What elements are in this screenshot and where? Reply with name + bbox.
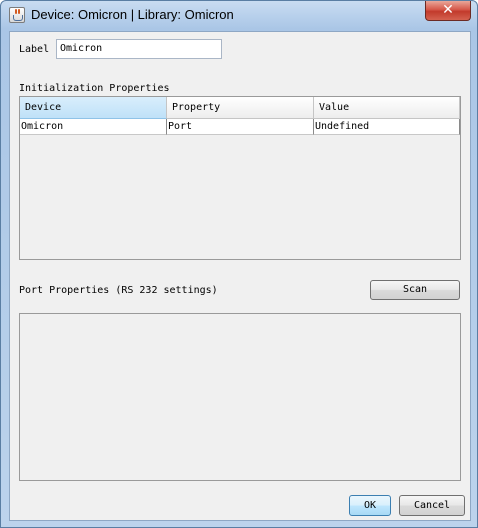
init-properties-heading: Initialization Properties — [19, 83, 170, 94]
cell-value[interactable]: Undefined — [314, 119, 460, 135]
port-properties-heading: Port Properties (RS 232 settings) — [19, 285, 218, 296]
init-properties-table[interactable]: Device Property Value Omicron Port Undef… — [19, 96, 461, 260]
cell-property[interactable]: Port — [167, 119, 314, 135]
column-header-device[interactable]: Device — [20, 97, 167, 119]
close-icon: ✕ — [442, 2, 454, 18]
table-row[interactable]: Omicron Port Undefined — [20, 119, 460, 135]
port-properties-panel — [19, 313, 461, 481]
java-icon-steam — [18, 9, 20, 14]
close-button[interactable]: ✕ — [425, 1, 471, 21]
dialog-content: Label Omicron Initialization Properties … — [9, 31, 471, 521]
label-input[interactable]: Omicron — [56, 39, 222, 59]
java-icon-cup — [13, 15, 23, 21]
ok-button[interactable]: OK — [349, 495, 391, 516]
cell-device[interactable]: Omicron — [20, 119, 167, 135]
cancel-button[interactable]: Cancel — [399, 495, 465, 516]
label-input-value: Omicron — [60, 43, 103, 54]
scan-button[interactable]: Scan — [370, 280, 460, 300]
column-header-value[interactable]: Value — [314, 97, 460, 119]
device-dialog-window: Device: Omicron | Library: Omicron ✕ Lab… — [0, 0, 478, 528]
java-icon-steam — [15, 9, 17, 14]
label-caption: Label — [19, 44, 50, 55]
java-app-icon — [9, 7, 25, 23]
column-header-property[interactable]: Property — [167, 97, 314, 119]
window-title: Device: Omicron | Library: Omicron — [31, 7, 234, 22]
title-bar[interactable]: Device: Omicron | Library: Omicron ✕ — [1, 1, 477, 31]
